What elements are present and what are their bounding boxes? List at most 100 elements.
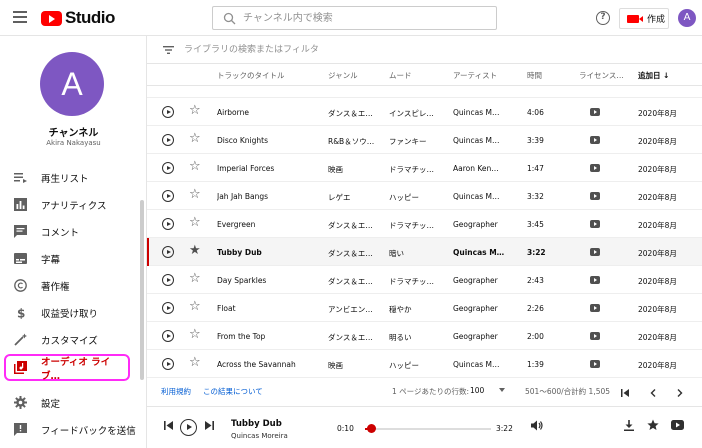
sidebar-item-label: カスタマイズ bbox=[41, 335, 98, 347]
skip-next-icon[interactable] bbox=[205, 421, 214, 430]
play-icon[interactable] bbox=[162, 274, 174, 286]
table-row[interactable]: ★ Tubby Dub ダンス＆エ… 暗い Quincas M… 3:22 2020年8月 bbox=[147, 238, 702, 266]
play-icon[interactable] bbox=[162, 106, 174, 118]
youtube-license-icon[interactable] bbox=[590, 164, 600, 172]
volume-icon[interactable] bbox=[531, 420, 543, 431]
column-added-date[interactable]: 追加日 ↓ bbox=[638, 70, 669, 81]
star-filled-icon[interactable]: ★ bbox=[189, 244, 201, 258]
search-input[interactable] bbox=[243, 10, 483, 27]
star-outline-icon[interactable]: ☆ bbox=[189, 188, 201, 202]
table-row[interactable]: ☆ Disco Knights R&B＆ソウ… ファンキー Quincas M… 3:39… bbox=[147, 126, 702, 154]
create-button[interactable]: 作成 bbox=[619, 8, 669, 29]
star-outline-icon[interactable]: ☆ bbox=[189, 328, 201, 342]
star-outline-icon[interactable]: ☆ bbox=[189, 104, 201, 118]
terms-link[interactable]: 利用規約 bbox=[161, 386, 191, 397]
play-icon[interactable] bbox=[162, 302, 174, 314]
dropdown-arrow-icon[interactable] bbox=[499, 388, 505, 392]
channel-avatar[interactable]: A bbox=[40, 52, 104, 116]
sidebar-item-comments[interactable]: コメント bbox=[0, 218, 146, 245]
help-icon[interactable]: ? bbox=[596, 11, 610, 25]
sidebar-scrollbar[interactable] bbox=[140, 200, 144, 380]
page-range: 501〜600/合計約 1,505 bbox=[525, 387, 611, 396]
star-outline-icon[interactable]: ☆ bbox=[189, 132, 201, 146]
sidebar-item-audio-library[interactable]: オーディオ ライブ… bbox=[4, 354, 130, 382]
search-icon[interactable] bbox=[223, 12, 236, 25]
youtube-license-icon[interactable] bbox=[590, 192, 600, 200]
table-row[interactable]: ☆ Across the Savannah 映画 ハッピー Quincas M… 1:39… bbox=[147, 350, 702, 378]
now-playing-indicator bbox=[147, 238, 149, 266]
youtube-license-icon[interactable] bbox=[590, 360, 600, 368]
star-outline-icon[interactable]: ☆ bbox=[189, 272, 201, 286]
account-avatar[interactable]: A bbox=[678, 9, 696, 27]
play-button[interactable] bbox=[180, 419, 197, 436]
youtube-license-icon[interactable] bbox=[590, 136, 600, 144]
play-icon[interactable] bbox=[162, 190, 174, 202]
track-added-date: 2020年8月 bbox=[638, 221, 677, 230]
youtube-license-icon[interactable] bbox=[590, 332, 600, 340]
track-duration: 1:39 bbox=[527, 360, 544, 369]
star-outline-icon[interactable]: ☆ bbox=[189, 216, 201, 230]
feedback-icon bbox=[14, 423, 27, 436]
about-results-link[interactable]: この結果について bbox=[203, 386, 263, 397]
column-mood[interactable]: ムード bbox=[389, 70, 412, 81]
track-artist: Aaron Ken… bbox=[453, 164, 499, 173]
menu-icon[interactable] bbox=[13, 11, 27, 23]
youtube-license-icon[interactable] bbox=[590, 108, 600, 116]
sidebar-item-playlists[interactable]: 再生リスト bbox=[0, 164, 146, 191]
sidebar-item-feedback[interactable]: フィードバックを送信 bbox=[0, 416, 146, 443]
next-page-icon[interactable] bbox=[677, 389, 683, 397]
track-title: Evergreen bbox=[217, 220, 256, 229]
rows-per-page-label: 1 ページあたりの行数: bbox=[392, 387, 470, 396]
table-row[interactable]: ☆ From the Top ダンス＆エ… 明るい Geographer 2:00 2020… bbox=[147, 322, 702, 350]
skip-previous-icon[interactable] bbox=[164, 421, 173, 430]
youtube-license-icon[interactable] bbox=[590, 304, 600, 312]
column-duration[interactable]: 時間 bbox=[527, 70, 542, 81]
youtube-license-icon[interactable] bbox=[671, 420, 684, 430]
column-artist[interactable]: アーティスト bbox=[453, 70, 497, 81]
sidebar-item-settings[interactable]: 設定 bbox=[0, 389, 146, 416]
column-genre[interactable]: ジャンル bbox=[328, 70, 358, 81]
sidebar-item-subtitles[interactable]: 字幕 bbox=[0, 245, 146, 272]
youtube-license-icon[interactable] bbox=[590, 248, 600, 256]
track-artist: Quincas M… bbox=[453, 136, 500, 145]
column-title[interactable]: トラックのタイトル bbox=[217, 70, 285, 81]
seek-bar[interactable] bbox=[365, 428, 491, 430]
download-icon[interactable] bbox=[624, 420, 634, 431]
audio-player: Tubby Dub Quincas Moreira 0:10 3:22 bbox=[147, 406, 702, 448]
sidebar-item-copyright[interactable]: 著作権 bbox=[0, 272, 146, 299]
youtube-studio-logo[interactable]: Studio bbox=[41, 8, 115, 27]
seek-knob[interactable] bbox=[367, 424, 376, 433]
play-icon[interactable] bbox=[162, 134, 174, 146]
play-icon[interactable] bbox=[162, 358, 174, 370]
play-icon[interactable] bbox=[162, 162, 174, 174]
first-page-icon[interactable] bbox=[621, 389, 630, 397]
star-icon[interactable] bbox=[647, 419, 659, 431]
rows-per-page-select[interactable]: 100 bbox=[470, 386, 484, 395]
sidebar-item-monetization[interactable]: $ 収益受け取り bbox=[0, 299, 146, 326]
play-icon[interactable] bbox=[162, 330, 174, 342]
previous-page-icon[interactable] bbox=[650, 389, 656, 397]
sidebar-item-customization[interactable]: カスタマイズ bbox=[0, 326, 146, 353]
play-icon[interactable] bbox=[162, 218, 174, 230]
table-row[interactable]: ☆ Jah Jah Bangs レゲエ ハッピー Quincas M… 3:32 2020年… bbox=[147, 182, 702, 210]
track-mood: ドラマチッ… bbox=[389, 277, 434, 286]
table-row[interactable]: ☆ Evergreen ダンス＆エ… ドラマチッ… Geographer 3:45 2020… bbox=[147, 210, 702, 238]
logo-text: Studio bbox=[65, 8, 115, 27]
playlist-icon bbox=[14, 173, 27, 183]
subtitles-icon bbox=[14, 253, 27, 264]
sidebar-item-analytics[interactable]: アナリティクス bbox=[0, 191, 146, 218]
youtube-license-icon[interactable] bbox=[590, 276, 600, 284]
library-filter-input[interactable] bbox=[184, 42, 484, 58]
table-row[interactable]: ☆ Day Sparkles ダンス＆エ… ドラマチッ… Geographer 2:43 2… bbox=[147, 266, 702, 294]
filter-icon[interactable] bbox=[163, 46, 174, 54]
table-row[interactable]: ☆ Float アンビエン… 穏やか Geographer 2:26 2020年8月 bbox=[147, 294, 702, 322]
table-row[interactable]: ☆ Imperial Forces 映画 ドラマチッ… Aaron Ken… 1:47 20… bbox=[147, 154, 702, 182]
star-outline-icon[interactable]: ☆ bbox=[189, 160, 201, 174]
star-outline-icon[interactable]: ☆ bbox=[189, 356, 201, 370]
table-row[interactable]: ☆ Airborne ダンス＆エ… インスピレ… Quincas M… 4:06 2020年… bbox=[147, 98, 702, 126]
star-outline-icon[interactable]: ☆ bbox=[189, 300, 201, 314]
column-license[interactable]: ライセンス… bbox=[579, 70, 624, 81]
youtube-license-icon[interactable] bbox=[590, 220, 600, 228]
sort-down-icon: ↓ bbox=[663, 71, 670, 80]
play-icon[interactable] bbox=[162, 246, 174, 258]
